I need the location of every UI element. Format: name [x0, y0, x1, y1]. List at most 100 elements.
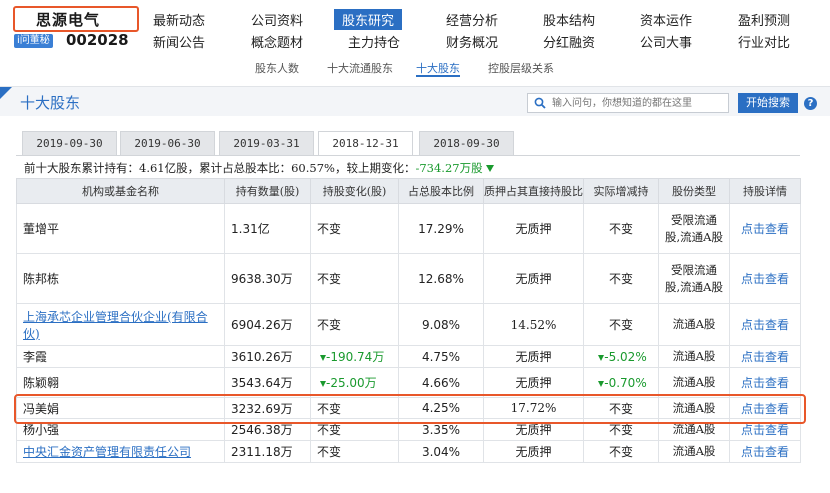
- table-row: 陈颖翱 3543.64万 -25.00万 4.66% 无质押 -0.70% 流通A股 点击查看: [16, 367, 801, 398]
- cell-change: 不变: [310, 418, 399, 441]
- subnav-top10-float[interactable]: 十大流通股东: [327, 60, 393, 76]
- col-header-ratio: 占总股本比例: [398, 178, 484, 204]
- search-box[interactable]: [527, 93, 729, 113]
- cell-ratio: 4.25%: [398, 397, 484, 419]
- help-icon[interactable]: ?: [804, 97, 817, 110]
- cell-qty: 2546.38万: [224, 418, 311, 441]
- cell-detail: 点击查看: [729, 397, 801, 419]
- nav-company-profile[interactable]: 公司资料: [251, 10, 303, 29]
- view-detail-link[interactable]: 点击查看: [741, 423, 789, 437]
- col-header-change: 持股变化(股): [310, 178, 399, 204]
- cell-pledge: 17.72%: [483, 397, 584, 419]
- tab-2019-06-30[interactable]: 2019-06-30: [120, 131, 215, 155]
- ask-secretary-badge[interactable]: i问董秘: [14, 34, 53, 48]
- tab-2018-09-30[interactable]: 2018-09-30: [419, 131, 514, 155]
- cell-ratio: 9.08%: [398, 303, 484, 346]
- nav-announcements[interactable]: 新闻公告: [153, 32, 205, 51]
- cell-share-type: 流通A股: [658, 367, 730, 398]
- cell-name: 上海承芯企业管理合伙企业(有限合伙): [16, 303, 225, 346]
- nav-latest-news[interactable]: 最新动态: [153, 10, 205, 29]
- cell-pledge: 无质押: [483, 440, 584, 463]
- cell-detail: 点击查看: [729, 253, 801, 304]
- nav-business-analysis[interactable]: 经营分析: [446, 10, 498, 29]
- nav-main-holdings[interactable]: 主力持仓: [348, 32, 400, 51]
- col-header-pledge: 质押占其直接持股比: [483, 178, 584, 204]
- subnav-top10-holders[interactable]: 十大股东: [416, 60, 460, 76]
- nav-shareholder-research[interactable]: 股东研究: [334, 9, 403, 30]
- cell-name: 冯美娟: [16, 397, 225, 419]
- subnav-holding-hierarchy[interactable]: 控股层级关系: [488, 60, 554, 76]
- tab-2018-12-31[interactable]: 2018-12-31: [318, 131, 413, 156]
- holder-name-link[interactable]: 上海承芯企业管理合伙企业(有限合伙): [23, 310, 208, 341]
- nav-capital-operation[interactable]: 资本运作: [640, 10, 692, 29]
- table-row: 董增平 1.31亿 不变 17.29% 无质押 不变 受限流通股,流通A股 点击查看: [16, 203, 801, 254]
- cell-ratio: 12.68%: [398, 253, 484, 304]
- tab-2019-03-31[interactable]: 2019-03-31: [219, 131, 314, 155]
- change-value: -25.00万: [326, 376, 377, 390]
- view-detail-link[interactable]: 点击查看: [741, 222, 789, 236]
- cell-share-type: 流通A股: [658, 345, 730, 368]
- cell-name: 陈颖翱: [16, 367, 225, 398]
- search-button[interactable]: 开始搜索: [738, 93, 798, 113]
- cell-name: 陈邦栋: [16, 253, 225, 304]
- cell-qty: 1.31亿: [224, 203, 311, 254]
- table-header-row: 机构或基金名称 持有数量(股) 持股变化(股) 占总股本比例 质押占其直接持股比…: [16, 178, 801, 204]
- cell-change: 不变: [310, 303, 399, 346]
- tab-2019-09-30[interactable]: 2019-09-30: [22, 131, 117, 155]
- cell-ratio: 17.29%: [398, 203, 484, 254]
- cell-change: 不变: [310, 440, 399, 463]
- cell-share-type: 受限流通股,流通A股: [658, 253, 730, 304]
- cell-detail: 点击查看: [729, 418, 801, 441]
- summary-ratio: 60.57%: [291, 161, 335, 175]
- cell-change: 不变: [310, 253, 399, 304]
- nav-profit-forecast[interactable]: 盈利预测: [738, 10, 790, 29]
- cell-qty: 6904.26万: [224, 303, 311, 346]
- view-detail-link[interactable]: 点击查看: [741, 402, 789, 416]
- col-header-qty: 持有数量(股): [224, 178, 311, 204]
- sub-navigation: 股东人数 十大流通股东 十大股东 控股层级关系: [0, 56, 830, 78]
- cell-pledge: 无质押: [483, 418, 584, 441]
- view-detail-link[interactable]: 点击查看: [741, 272, 789, 286]
- search-input[interactable]: [552, 96, 726, 111]
- cell-share-type: 流通A股: [658, 418, 730, 441]
- view-detail-link[interactable]: 点击查看: [741, 318, 789, 332]
- cell-qty: 2311.18万: [224, 440, 311, 463]
- cell-actual: 不变: [583, 418, 659, 441]
- nav-financial-overview[interactable]: 财务概况: [446, 32, 498, 51]
- company-name[interactable]: 思源电气: [36, 9, 100, 30]
- cell-detail: 点击查看: [729, 203, 801, 254]
- view-detail-link[interactable]: 点击查看: [741, 445, 789, 459]
- down-arrow-icon: [485, 165, 494, 172]
- top-navigation: 思源电气 i问董秘 002028 最新动态 公司资料 股东研究 经营分析 股本结…: [0, 0, 830, 52]
- table-body: 董增平 1.31亿 不变 17.29% 无质押 不变 受限流通股,流通A股 点击查看 陈邦栋 96…: [16, 203, 801, 463]
- cell-name: 杨小强: [16, 418, 225, 441]
- nav-equity-structure[interactable]: 股本结构: [543, 10, 595, 29]
- col-header-type: 股份类型: [658, 178, 730, 204]
- cell-actual: -0.70%: [583, 367, 659, 398]
- cell-ratio: 4.75%: [398, 345, 484, 368]
- cell-share-type: 流通A股: [658, 303, 730, 346]
- table-row: 杨小强 2546.38万 不变 3.35% 无质押 不变 流通A股 点击查看: [16, 418, 801, 441]
- nav-industry-comparison[interactable]: 行业对比: [738, 32, 790, 51]
- search-icon: [534, 97, 546, 109]
- cell-actual: 不变: [583, 303, 659, 346]
- cell-pledge: 无质押: [483, 367, 584, 398]
- summary-change: -734.27万股: [415, 161, 483, 175]
- nav-major-events[interactable]: 公司大事: [640, 32, 692, 51]
- table-row: 李霞 3610.26万 -190.74万 4.75% 无质押 -5.02% 流通A股 点击查看: [16, 345, 801, 368]
- cell-qty: 3610.26万: [224, 345, 311, 368]
- table-row: 冯美娟 3232.69万 不变 4.25% 17.72% 不变 流通A股 点击查看: [16, 397, 801, 419]
- nav-concepts[interactable]: 概念题材: [251, 32, 303, 51]
- stock-code: 002028: [66, 31, 129, 49]
- nav-dividends[interactable]: 分红融资: [543, 32, 595, 51]
- cell-pledge: 无质押: [483, 345, 584, 368]
- cell-detail: 点击查看: [729, 440, 801, 463]
- summary-prefix: 前十大股东累计持有：: [24, 161, 139, 175]
- view-detail-link[interactable]: 点击查看: [741, 376, 789, 390]
- col-header-actual: 实际增减持: [583, 178, 659, 204]
- holder-name-link[interactable]: 中央汇金资产管理有限责任公司: [23, 445, 191, 459]
- subnav-shareholder-count[interactable]: 股东人数: [255, 60, 299, 76]
- cell-ratio: 4.66%: [398, 367, 484, 398]
- view-detail-link[interactable]: 点击查看: [741, 350, 789, 364]
- cell-change: -190.74万: [310, 345, 399, 368]
